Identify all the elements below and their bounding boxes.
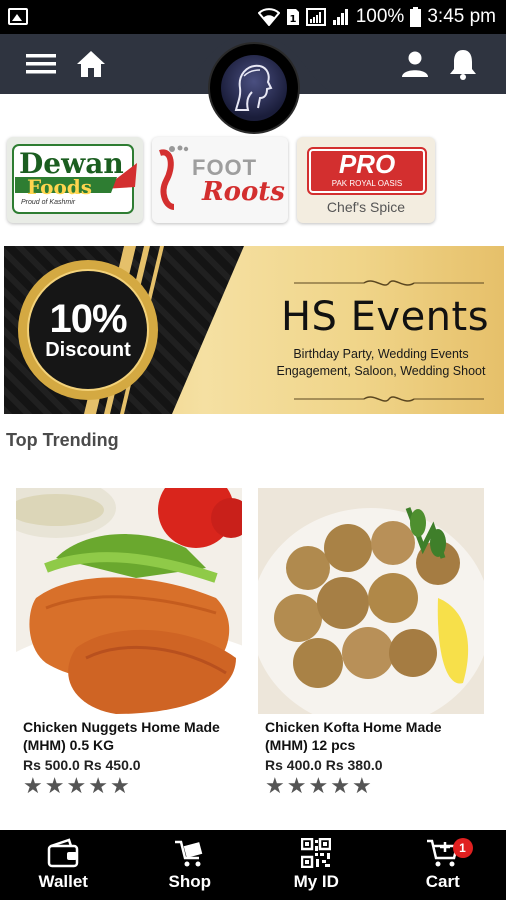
nav-my-id[interactable]: My ID (253, 830, 380, 900)
signal-box-icon (305, 8, 326, 26)
menu-icon (26, 54, 56, 74)
nav-my-id-label: My ID (293, 872, 339, 891)
brand-pro-chefs-spice[interactable]: PRO PAK ROYAL OASIS Chef's Spice (297, 137, 435, 223)
sim-icon: 1 (286, 9, 299, 25)
brand-pro-tagline: Chef's Spice (326, 199, 406, 215)
star-icon: ★ (351, 773, 372, 798)
promo-banner[interactable]: 10% Discount HS Events Birthday Party, W… (4, 246, 504, 414)
discount-label: Discount (45, 339, 131, 361)
star-icon: ★ (44, 773, 65, 798)
event-subtitle: Birthday Party, Wedding Events Engagemen… (258, 346, 504, 380)
status-bar: 1 100% 3:45 pm (0, 0, 506, 34)
nav-shop[interactable]: Shop (127, 830, 254, 900)
rating-stars: ★ ★ ★ ★ ★ (265, 775, 484, 797)
star-icon: ★ (66, 773, 87, 798)
signal-icon (332, 9, 348, 25)
bell-icon (450, 50, 476, 80)
qr-code-icon (301, 838, 332, 868)
nav-wallet[interactable]: Wallet (0, 830, 127, 900)
app-logo[interactable] (210, 44, 298, 132)
brand-pro-line2: PAK ROYAL OASIS (331, 179, 403, 188)
ornament-bottom (294, 396, 484, 402)
nav-cart-label: Cart (425, 872, 460, 891)
shop-icon (174, 840, 203, 867)
star-icon: ★ (109, 773, 130, 798)
brand-dewan-line2: Foods (27, 175, 93, 199)
menu-button[interactable] (24, 48, 58, 80)
wifi-icon (257, 8, 280, 26)
star-icon: ★ (265, 773, 285, 798)
ornament-top (294, 280, 484, 286)
brand-dewan-foods[interactable]: Dewan Foods Proud of Kashmir (7, 137, 143, 223)
product-image-kofta (258, 488, 484, 714)
home-icon (77, 51, 105, 77)
event-subtitle-line1: Birthday Party, Wedding Events (293, 347, 469, 361)
product-title: Chicken Nuggets Home Made (MHM) 0.5 KG (23, 719, 220, 753)
star-icon: ★ (23, 773, 43, 798)
product-price: Rs 500.0 Rs 450.0 (23, 757, 141, 773)
bottom-navigation: Wallet Shop My ID 1 Cart (0, 830, 506, 900)
notifications-button[interactable] (446, 48, 480, 80)
woman-profile-logo (221, 55, 287, 121)
gallery-icon (8, 8, 28, 25)
nav-cart[interactable]: 1 Cart (380, 830, 506, 900)
product-image-nuggets (16, 488, 242, 714)
brand-foot-line2: Roots (202, 177, 285, 207)
profile-button[interactable] (398, 48, 432, 80)
star-icon: ★ (286, 773, 307, 798)
brand-foot-roots[interactable]: FOOT Roots (152, 137, 288, 223)
brand-dewan-tagline: Proud of Kashmir (21, 199, 76, 206)
event-title: HS Events (280, 294, 490, 340)
user-icon (402, 51, 428, 77)
battery-icon (410, 7, 422, 27)
clock: 3:45 pm (427, 6, 496, 27)
rating-stars: ★ ★ ★ ★ ★ (23, 775, 242, 797)
nav-shop-label: Shop (168, 872, 212, 891)
brand-pro-line1: PRO (338, 149, 396, 179)
star-icon: ★ (88, 773, 108, 798)
home-button[interactable] (74, 48, 108, 80)
product-title: Chicken Kofta Home Made (MHM) 12 pcs (265, 719, 442, 753)
star-icon: ★ (330, 773, 350, 798)
svg-text:1: 1 (289, 14, 296, 25)
star-icon: ★ (308, 773, 329, 798)
product-price: Rs 400.0 Rs 380.0 (265, 757, 383, 773)
product-card[interactable]: Chicken Nuggets Home Made (MHM) 0.5 KG R… (16, 488, 242, 797)
event-subtitle-line2: Engagement, Saloon, Wedding Shoot (276, 364, 486, 378)
nav-wallet-label: Wallet (38, 872, 88, 891)
cart-count-badge: 1 (452, 838, 473, 858)
discount-badge: 10% Discount (18, 260, 158, 400)
battery-percent: 100% (355, 6, 405, 27)
discount-percent: 10% (49, 297, 127, 341)
product-card[interactable]: Chicken Kofta Home Made (MHM) 12 pcs Rs … (258, 488, 484, 797)
wallet-icon (48, 838, 79, 868)
section-title-top-trending: Top Trending (6, 430, 119, 450)
